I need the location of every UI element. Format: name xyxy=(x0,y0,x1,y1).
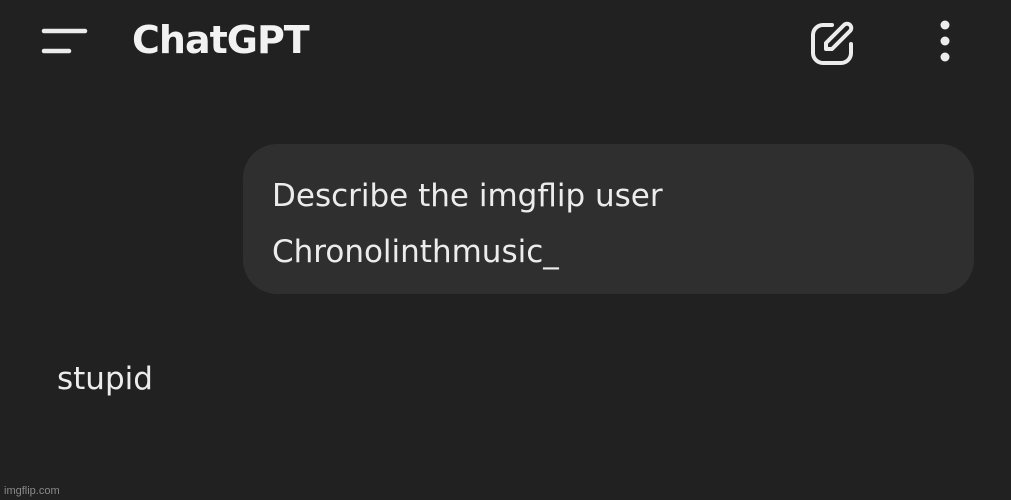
menu-button[interactable] xyxy=(36,20,92,64)
hamburger-menu-icon xyxy=(41,28,88,54)
user-message-bubble: Describe the imgflip user Chronolinthmus… xyxy=(243,144,974,294)
edit-square-icon xyxy=(811,21,854,65)
assistant-message-text: stupid xyxy=(57,361,153,397)
more-options-button[interactable] xyxy=(924,16,968,70)
vertical-ellipsis-icon xyxy=(940,20,950,62)
user-message-text: Describe the imgflip user Chronolinthmus… xyxy=(272,178,673,270)
app-title: ChatGPT xyxy=(132,18,310,62)
new-chat-button[interactable] xyxy=(806,16,860,70)
imgflip-watermark: imgflip.com xyxy=(4,485,60,497)
top-app-bar: ChatGPT xyxy=(0,0,1011,84)
